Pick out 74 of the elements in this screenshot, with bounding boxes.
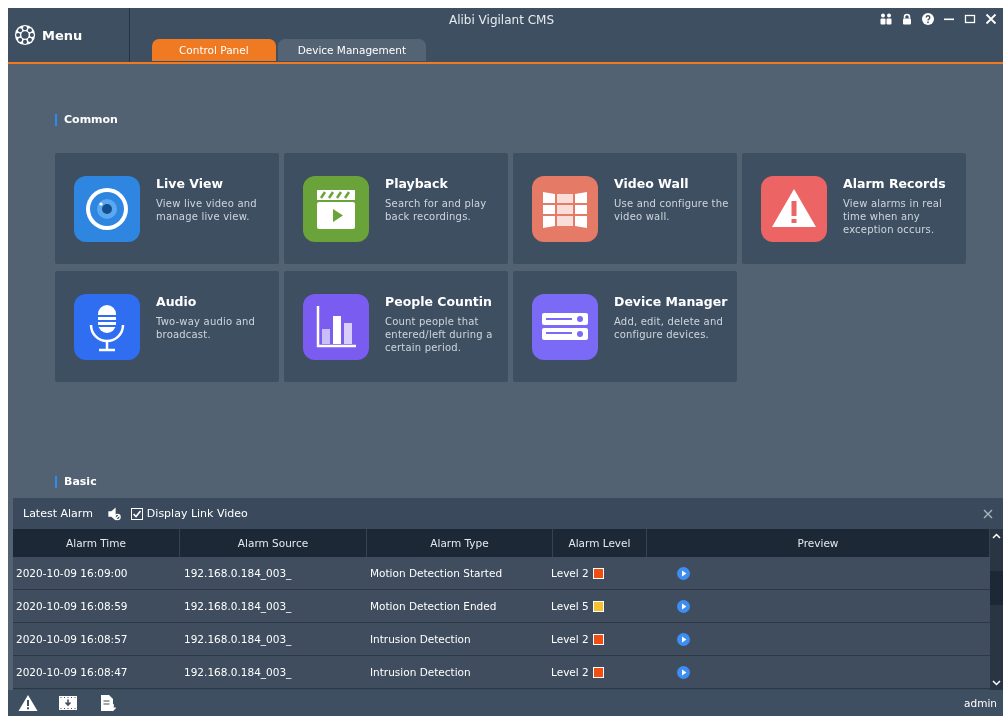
play-icon[interactable] <box>677 665 690 679</box>
lock-icon[interactable] <box>901 13 913 25</box>
card-description: View alarms in real time when any exception occurs. <box>843 197 944 236</box>
card-title: People Countin <box>385 294 493 309</box>
play-icon[interactable] <box>677 566 690 580</box>
bar-chart-icon <box>303 294 369 360</box>
aperture-icon <box>14 24 36 46</box>
tab[interactable]: Device Management <box>277 39 427 61</box>
card-title: Playback <box>385 176 449 191</box>
live-view-icon <box>74 176 140 242</box>
table-cell-text: 192.168.0.184_003_ <box>183 665 293 681</box>
table-cell-text: Motion Detection Started <box>369 566 504 581</box>
card-description: View live video and manage live view. <box>156 197 258 223</box>
table-cell-text: 2020-10-09 16:08:57 <box>15 632 129 647</box>
card-title: Device Manager <box>614 294 729 309</box>
section-heading: Basic <box>55 476 97 488</box>
table-row[interactable]: 2020-10-09 16:08:59 192.168.0.184_003_ Motion Detection Ended Level 5 <box>13 590 990 623</box>
card-title: Live View <box>156 176 224 191</box>
feature-card[interactable]: Audio Two-way audio and broadcast. <box>55 271 279 382</box>
table-cell-text: 2020-10-09 16:09:00 <box>15 566 129 581</box>
play-icon[interactable] <box>677 599 690 613</box>
card-description: Two-way audio and broadcast. <box>156 315 257 341</box>
table-row[interactable]: 2020-10-09 16:09:00 192.168.0.184_003_ Motion Detection Started Level 2 <box>13 557 990 590</box>
display-link-video-checkbox[interactable]: Display Link Video <box>130 507 248 520</box>
table-cell-text: 2020-10-09 16:08:47 <box>15 665 129 680</box>
table-row[interactable]: 2020-10-09 16:08:57 192.168.0.184_003_ Intrusion Detection Level 2 <box>13 623 990 656</box>
chevron-up-icon[interactable] <box>992 532 1001 541</box>
card-description: Add, edit, delete and configure devices. <box>614 315 724 341</box>
warning-icon[interactable] <box>18 694 38 712</box>
speaker-mute-icon[interactable] <box>106 506 121 521</box>
close-icon[interactable] <box>983 508 993 519</box>
window-title: Alibi Vigilant CMS <box>448 13 554 27</box>
card-description: Use and configure the video wall. <box>614 197 730 223</box>
film-download-icon[interactable] <box>58 694 78 712</box>
table-cell: Level 5 <box>551 600 589 612</box>
table-cell-text: 192.168.0.184_003_ <box>183 566 293 582</box>
card-title: Audio <box>156 294 198 309</box>
feature-card[interactable]: Live View View live video and manage live view. <box>55 153 279 264</box>
table-cell: Level 2 <box>551 633 589 645</box>
feature-card[interactable]: Playback Search for and play back recordings. <box>284 153 508 264</box>
feature-card[interactable]: People Countin Count people that entered/left during a certain period. <box>284 271 508 382</box>
check-icon <box>131 508 142 519</box>
card-description: Count people that entered/left during a certain period. <box>385 315 494 354</box>
card-title: Alarm Records <box>843 176 947 191</box>
table-cell-text: Motion Detection Ended <box>369 599 498 614</box>
panel-title: Latest Alarm <box>23 507 93 520</box>
play-icon[interactable] <box>677 632 690 646</box>
table-cell-text: 192.168.0.184_003_ <box>183 632 293 648</box>
section-heading: Common <box>55 114 118 126</box>
maximize-icon[interactable] <box>964 13 976 25</box>
table-cell: Level 2 <box>551 567 589 579</box>
video-wall-icon <box>532 176 598 242</box>
microphone-icon <box>74 294 140 360</box>
table-cell-text: Intrusion Detection <box>369 665 472 680</box>
table-cell-text: 2020-10-09 16:08:59 <box>15 599 129 614</box>
table-cell-text: Intrusion Detection <box>369 632 472 647</box>
card-title: Video Wall <box>614 176 690 191</box>
table-cell-text: 192.168.0.184_003_ <box>183 599 293 615</box>
scrollbar[interactable] <box>990 529 1003 690</box>
people-icon[interactable] <box>880 13 892 25</box>
feature-card[interactable]: Device Manager Add, edit, delete and configure devices. <box>513 271 737 382</box>
feature-card[interactable]: Alarm Records View alarms in real time when any exception occurs. <box>742 153 966 264</box>
card-description: Search for and play back recordings. <box>385 197 488 223</box>
user-name: admin <box>964 697 997 709</box>
table-row[interactable]: 2020-10-09 16:08:47 192.168.0.184_003_ Intrusion Detection Level 2 <box>13 656 990 689</box>
table-cell: Level 2 <box>551 666 589 678</box>
scrollbar-thumb[interactable] <box>990 571 1003 605</box>
menu-button[interactable]: Menu <box>8 8 130 62</box>
server-icon <box>532 294 598 360</box>
feature-card[interactable]: Video Wall Use and configure the video wall. <box>513 153 737 264</box>
warning-icon <box>761 176 827 242</box>
clapperboard-icon <box>303 176 369 242</box>
help-icon[interactable] <box>922 13 934 25</box>
chevron-down-icon[interactable] <box>992 678 1001 687</box>
